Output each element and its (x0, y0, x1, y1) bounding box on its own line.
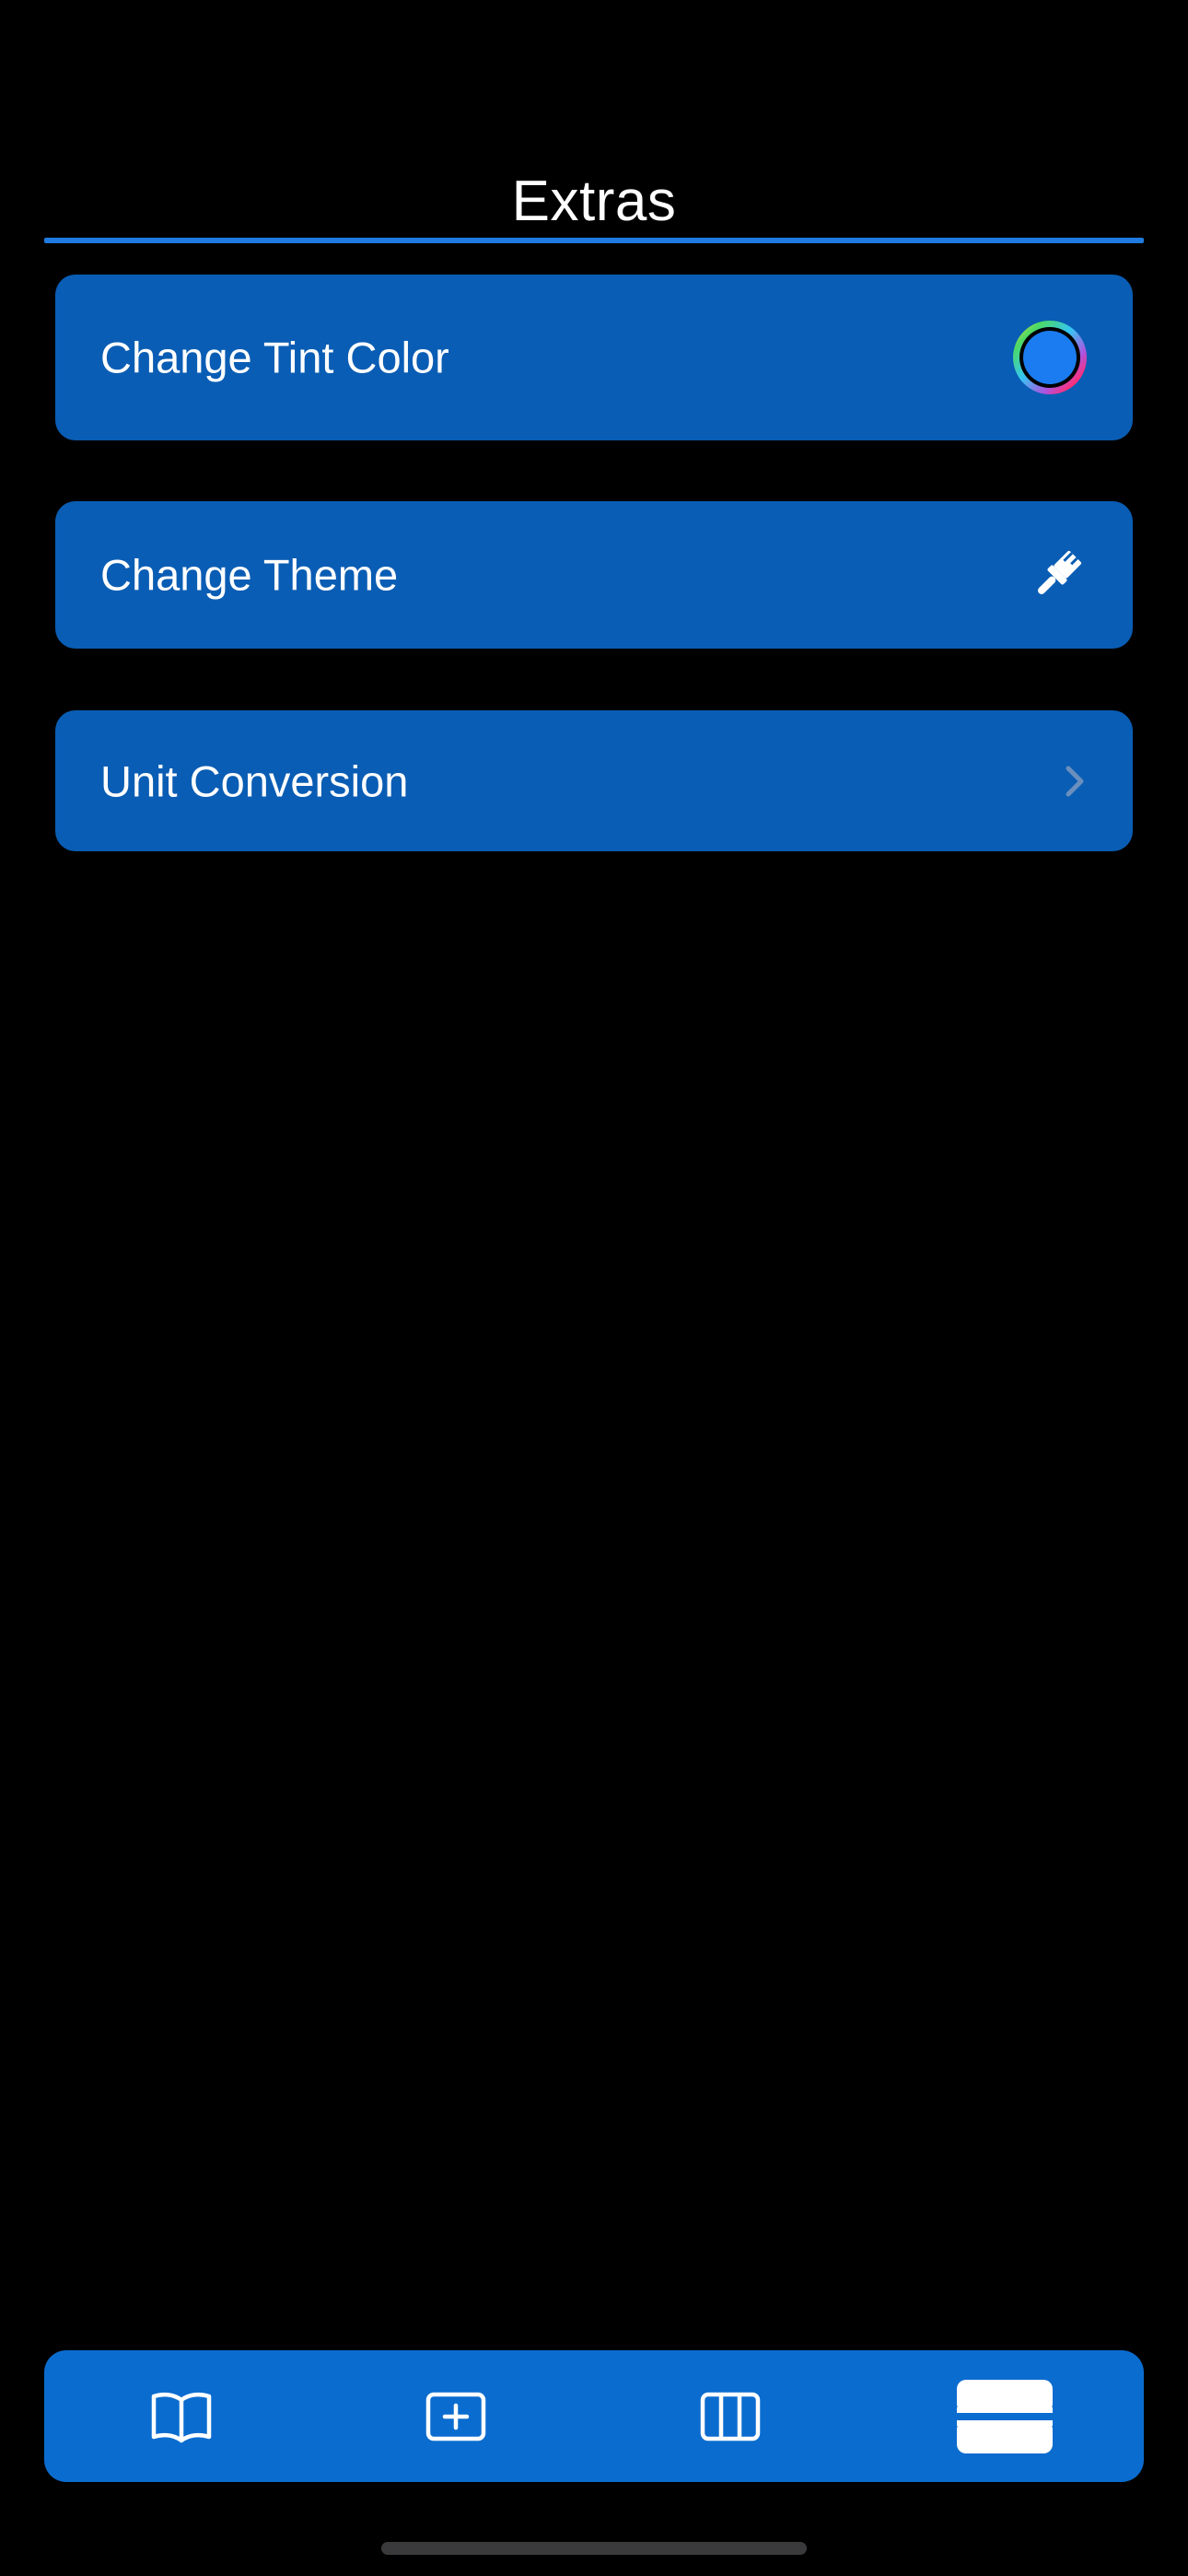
plus-square-icon (425, 2392, 486, 2441)
tab-bar (44, 2350, 1144, 2482)
page-title: Extras (511, 170, 677, 233)
columns-icon (700, 2392, 761, 2441)
color-wheel-icon (1013, 321, 1087, 394)
home-indicator (381, 2542, 807, 2555)
change-tint-color-button[interactable]: Change Tint Color (55, 275, 1133, 440)
tab-book[interactable] (44, 2350, 319, 2482)
title-divider (44, 238, 1144, 243)
book-icon (151, 2392, 212, 2442)
tab-rows[interactable] (868, 2350, 1142, 2482)
change-tint-color-label: Change Tint Color (100, 333, 449, 382)
change-theme-label: Change Theme (100, 550, 399, 600)
unit-conversion-button[interactable]: Unit Conversion (55, 710, 1133, 851)
tab-add[interactable] (319, 2350, 593, 2482)
rows-icon (957, 2379, 1053, 2453)
chevron-right-icon (1066, 766, 1084, 796)
unit-conversion-label: Unit Conversion (100, 756, 409, 805)
tab-columns[interactable] (593, 2350, 868, 2482)
change-theme-button[interactable]: Change Theme (55, 501, 1133, 649)
paintbrush-icon (1038, 550, 1082, 594)
